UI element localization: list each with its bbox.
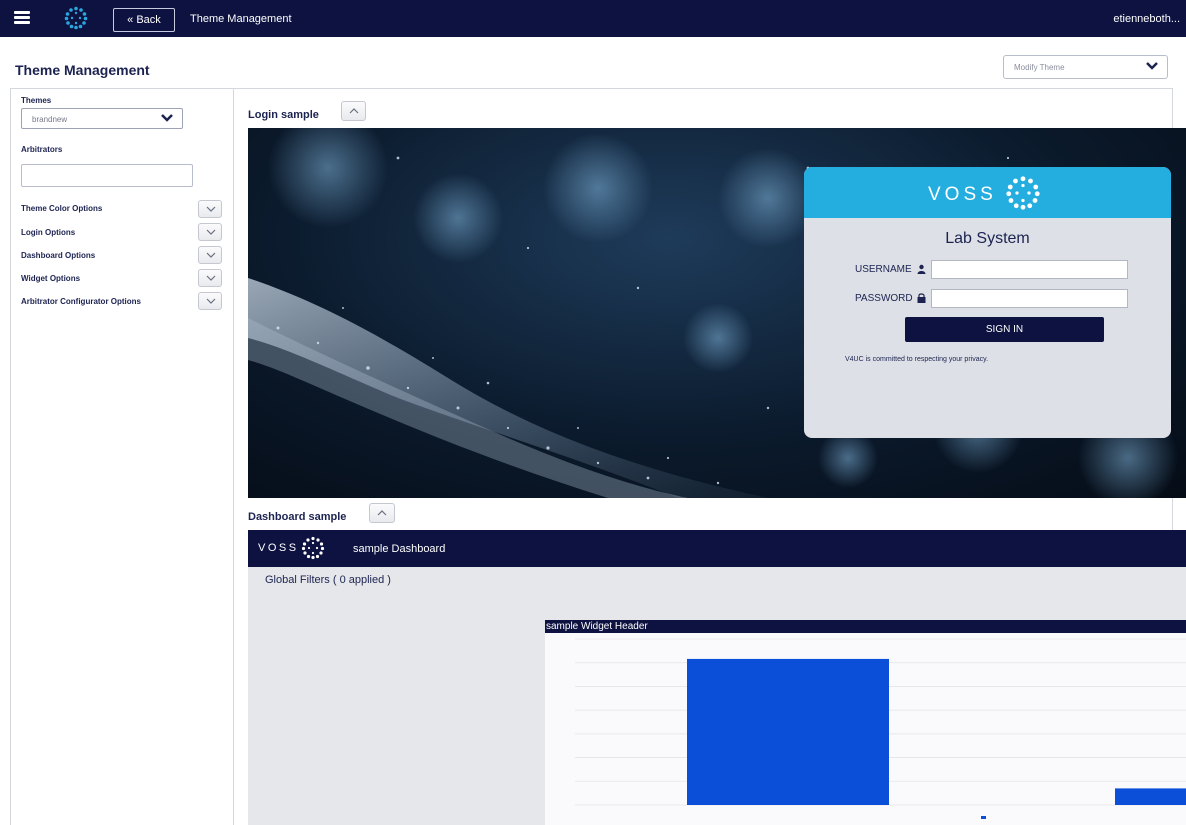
back-button[interactable]: « Back [113, 8, 175, 32]
collapse-login-sample-button[interactable] [341, 101, 366, 121]
login-sample-title: Login sample [248, 109, 319, 121]
dashboard-title: sample Dashboard [353, 543, 446, 555]
breadcrumb-title: Theme Management [190, 13, 292, 25]
dashboard-sample-title: Dashboard sample [248, 511, 347, 523]
collapse-dashboard-sample-button[interactable] [369, 503, 395, 523]
option-label-arbitrator-config: Arbitrator Configurator Options [21, 297, 141, 306]
password-label: PASSWORD [855, 293, 913, 304]
chevron-up-icon [349, 108, 359, 114]
chevron-down-icon [206, 206, 216, 212]
chevron-down-icon [206, 252, 216, 258]
username-input[interactable] [931, 260, 1128, 279]
dashboard-header: VOSS sample Dashboard [248, 530, 1186, 567]
top-bar: « Back Theme Management etienneboth... [0, 0, 1186, 37]
chart-bar[interactable] [687, 658, 889, 805]
theme-select[interactable]: brandnew [21, 108, 183, 129]
expand-widget-button[interactable] [198, 269, 222, 287]
voss-logo-icon[interactable] [64, 6, 88, 30]
expand-login-button[interactable] [198, 223, 222, 241]
user-menu[interactable]: etienneboth... [1113, 13, 1180, 25]
arbitrators-input[interactable] [21, 164, 193, 187]
chevron-down-icon [161, 114, 173, 122]
themes-label: Themes [21, 96, 52, 105]
user-icon [917, 264, 926, 274]
chart-legend-marker [981, 816, 986, 819]
bar-chart [575, 638, 1186, 819]
options-panel [10, 88, 234, 825]
menu-icon[interactable] [14, 11, 30, 24]
voss-logo-icon [301, 536, 325, 560]
username-label: USERNAME [855, 264, 912, 275]
chevron-up-icon [377, 510, 387, 516]
system-title: Lab System [945, 230, 1030, 247]
dashboard-preview: VOSS sample Dashboard Global Filters ( 0… [248, 530, 1186, 825]
theme-select-value: brandnew [32, 115, 68, 124]
voss-logo-icon [1006, 176, 1040, 210]
lock-icon [917, 293, 926, 303]
option-label-login: Login Options [21, 228, 76, 237]
arbitrators-label: Arbitrators [21, 145, 63, 154]
page-title: Theme Management [15, 62, 150, 78]
privacy-notice: V4UC is committed to respecting your pri… [845, 356, 989, 363]
chevron-down-icon [206, 229, 216, 235]
mode-select[interactable]: Modify Theme [1003, 55, 1168, 79]
option-label-widget: Widget Options [21, 274, 81, 283]
password-input[interactable] [931, 289, 1128, 308]
expand-arbitrator-config-button[interactable] [198, 292, 222, 310]
widget-header: sample Widget Header [545, 620, 1186, 633]
chart-bar[interactable] [1115, 788, 1186, 805]
option-label-dashboard: Dashboard Options [21, 251, 96, 260]
expand-theme-color-button[interactable] [198, 200, 222, 218]
sample-widget: sample Widget Header [545, 620, 1186, 825]
login-card: VOSS Lab System USERNAME PASSWORD SIGN I… [804, 167, 1171, 438]
chevron-down-icon [206, 298, 216, 304]
brand-wordmark: VOSS [258, 542, 299, 554]
mode-select-value: Modify Theme [1014, 63, 1065, 72]
chevron-down-icon [1146, 62, 1158, 70]
global-filters-toggle[interactable]: Global Filters ( 0 applied ) [265, 574, 391, 586]
option-label-theme-color: Theme Color Options [21, 204, 103, 213]
expand-dashboard-button[interactable] [198, 246, 222, 264]
sign-in-button[interactable]: SIGN IN [905, 317, 1104, 342]
brand-wordmark: VOSS [928, 184, 997, 205]
chevron-down-icon [206, 275, 216, 281]
login-card-header: VOSS [804, 167, 1171, 218]
